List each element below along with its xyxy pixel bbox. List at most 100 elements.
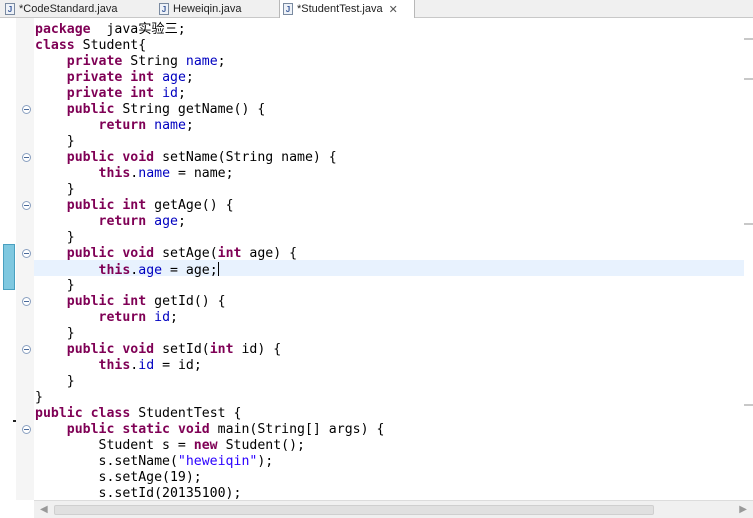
horizontal-scrollbar[interactable]: ◀ ▶ bbox=[34, 500, 753, 518]
vertical-scrollbar[interactable] bbox=[744, 18, 753, 500]
code-line[interactable]: } bbox=[35, 374, 384, 390]
keyword-token: int bbox=[122, 294, 147, 309]
keyword-token: this bbox=[98, 263, 131, 278]
code-line[interactable]: } bbox=[35, 134, 384, 150]
string-token: "heweiqin" bbox=[177, 454, 258, 469]
keyword-token: int bbox=[217, 246, 242, 261]
code-line[interactable]: public int getId() { bbox=[35, 294, 384, 310]
code-line[interactable]: s.setName("heweiqin"); bbox=[35, 454, 384, 470]
code-token: setName(String name) { bbox=[154, 150, 337, 165]
code-line[interactable]: } bbox=[35, 390, 384, 406]
code-text[interactable]: package java实验三; class Student{ private S… bbox=[35, 22, 384, 502]
java-file-icon: J bbox=[159, 2, 169, 15]
keyword-token: void bbox=[177, 422, 210, 437]
code-line[interactable]: private String name; bbox=[35, 54, 384, 70]
collapse-fold-icon[interactable] bbox=[22, 249, 31, 258]
code-token: } bbox=[35, 374, 75, 389]
code-line[interactable]: Student s = new Student(); bbox=[35, 438, 384, 454]
code-line[interactable]: } bbox=[35, 278, 384, 294]
field-token: id bbox=[162, 86, 178, 101]
code-token: ; bbox=[170, 310, 178, 325]
overview-marker bbox=[744, 223, 753, 225]
code-line[interactable]: public void setName(String name) { bbox=[35, 150, 384, 166]
keyword-token: int bbox=[122, 198, 147, 213]
code-token: } bbox=[35, 182, 75, 197]
code-line[interactable]: this.age = age; bbox=[35, 262, 384, 278]
code-token: setId( bbox=[154, 342, 210, 357]
code-token: getAge() { bbox=[146, 198, 234, 213]
collapse-fold-icon[interactable] bbox=[22, 297, 31, 306]
code-line[interactable]: s.setAge(19); bbox=[35, 470, 384, 486]
quick-diff-change-marker[interactable] bbox=[3, 244, 15, 290]
keyword-token: public bbox=[66, 198, 115, 213]
code-token: String getName() { bbox=[114, 102, 266, 117]
keyword-token: static bbox=[122, 422, 170, 437]
keyword-token: return bbox=[98, 214, 147, 229]
code-token: s.setName( bbox=[35, 454, 178, 469]
code-token: } bbox=[35, 134, 75, 149]
keyword-token: public bbox=[66, 246, 115, 261]
scroll-right-icon[interactable]: ▶ bbox=[739, 504, 747, 515]
code-line[interactable]: package java实验三; bbox=[35, 22, 384, 38]
java-file-icon: J bbox=[283, 3, 293, 15]
code-line[interactable]: private int id; bbox=[35, 86, 384, 102]
code-token: setAge( bbox=[154, 246, 218, 261]
code-line[interactable]: return age; bbox=[35, 214, 384, 230]
collapse-fold-icon[interactable] bbox=[22, 105, 31, 114]
scroll-left-icon[interactable]: ◀ bbox=[40, 504, 48, 515]
code-line[interactable]: public int getAge() { bbox=[35, 198, 384, 214]
code-editor[interactable]: package java实验三; class Student{ private S… bbox=[0, 18, 753, 502]
code-token: Student{ bbox=[74, 38, 147, 53]
code-line[interactable]: class Student{ bbox=[35, 38, 384, 54]
code-line[interactable]: } bbox=[35, 326, 384, 342]
code-line[interactable]: return id; bbox=[35, 310, 384, 326]
collapse-fold-icon[interactable] bbox=[22, 345, 31, 354]
code-line[interactable]: return name; bbox=[35, 118, 384, 134]
code-line[interactable]: public static void main(String[] args) { bbox=[35, 422, 385, 438]
tab-heweiqin[interactable]: J Heweiqin.java bbox=[156, 0, 274, 17]
code-line[interactable]: } bbox=[35, 182, 384, 198]
code-line[interactable]: public void setId(int id) { bbox=[35, 342, 384, 358]
code-token: getId() { bbox=[146, 294, 226, 309]
code-line[interactable]: public class StudentTest { bbox=[35, 406, 384, 422]
code-token: } bbox=[35, 230, 75, 245]
horizontal-scroll-thumb[interactable] bbox=[54, 505, 654, 515]
tab-label: Heweiqin.java bbox=[173, 2, 242, 15]
annotation-ruler bbox=[0, 18, 21, 500]
collapse-fold-icon[interactable] bbox=[22, 425, 31, 434]
text-cursor bbox=[217, 262, 219, 276]
keyword-token: private bbox=[66, 70, 123, 85]
tab-studenttest[interactable]: J *StudentTest.java ✕ bbox=[279, 0, 415, 18]
collapse-fold-icon[interactable] bbox=[22, 153, 31, 162]
code-token: } bbox=[35, 390, 43, 405]
collapse-fold-icon[interactable] bbox=[22, 201, 31, 210]
keyword-token: this bbox=[98, 358, 131, 373]
close-tab-icon[interactable]: ✕ bbox=[389, 3, 398, 16]
tab-label: *StudentTest.java bbox=[297, 3, 383, 15]
tab-codestandard[interactable]: J *CodeStandard.java bbox=[2, 0, 152, 17]
keyword-token: public bbox=[66, 422, 115, 437]
code-line[interactable]: this.name = name; bbox=[35, 166, 384, 182]
code-line[interactable]: this.id = id; bbox=[35, 358, 384, 374]
code-line[interactable]: } bbox=[35, 230, 384, 246]
code-line[interactable]: public String getName() { bbox=[35, 102, 384, 118]
code-line[interactable]: private int age; bbox=[35, 70, 384, 86]
code-line[interactable]: public void setAge(int age) { bbox=[35, 246, 384, 262]
code-token: java实验三; bbox=[90, 22, 186, 37]
code-token: ; bbox=[177, 214, 186, 229]
code-token: Student(); bbox=[217, 438, 305, 453]
overview-marker bbox=[744, 38, 753, 40]
field-token: id bbox=[138, 358, 155, 373]
field-token: age bbox=[154, 214, 178, 229]
code-token: StudentTest { bbox=[130, 406, 242, 421]
code-token: = age; bbox=[162, 263, 218, 278]
